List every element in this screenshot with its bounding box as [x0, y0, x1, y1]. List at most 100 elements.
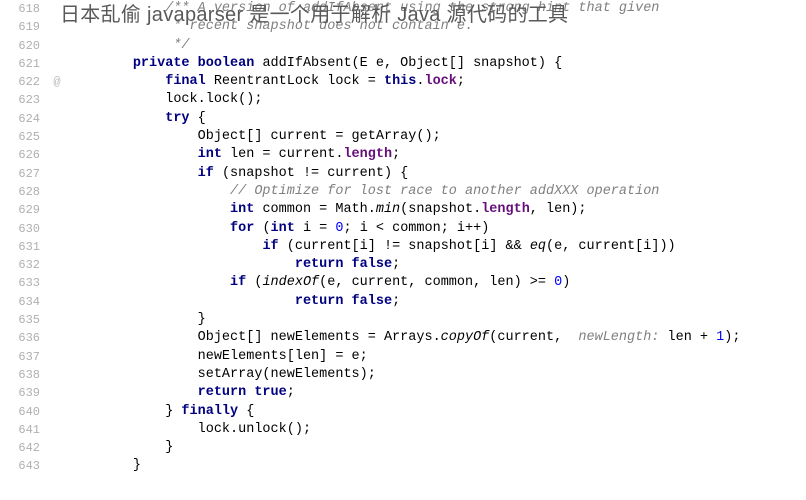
line-number: 632 — [0, 256, 40, 274]
code-line[interactable]: int len = current.length; — [68, 146, 806, 164]
code-token: (snapshot. — [400, 202, 481, 217]
code-token: lock.lock(); — [165, 92, 262, 107]
line-number: 618 — [0, 0, 40, 18]
code-line[interactable]: Object[] current = getArray(); — [68, 128, 806, 146]
code-token: length — [481, 202, 530, 217]
code-token: if — [262, 239, 286, 254]
code-line[interactable]: } finally { — [68, 403, 806, 421]
code-line[interactable]: if (snapshot != current) { — [68, 165, 806, 183]
code-token: return true — [198, 385, 287, 400]
code-token: ])) — [651, 239, 675, 254]
code-token: eq — [530, 239, 546, 254]
gutter-marker — [46, 146, 68, 164]
code-token: final — [165, 74, 214, 89]
line-number: 643 — [0, 457, 40, 475]
line-number: 627 — [0, 165, 40, 183]
code-token: < common; — [368, 221, 457, 236]
code-line[interactable]: return false; — [68, 293, 806, 311]
code-token: ( — [262, 221, 270, 236]
code-token: ; — [392, 147, 400, 162]
code-token: Object[] current = getArray(); — [198, 129, 441, 144]
code-line[interactable]: } — [68, 457, 806, 475]
code-token: len = current. — [230, 147, 343, 162]
code-line[interactable]: for (int i = 0; i < common; i++) — [68, 220, 806, 238]
code-token: return false — [295, 294, 392, 309]
code-line[interactable]: lock.lock(); — [68, 91, 806, 109]
line-number: 634 — [0, 293, 40, 311]
code-token: ] != snapshot[ — [368, 239, 481, 254]
code-line[interactable]: */ — [68, 37, 806, 55]
gutter-marker — [46, 457, 68, 475]
code-line[interactable]: if (current[i] != snapshot[i] && eq(e, c… — [68, 238, 806, 256]
code-token: ; — [392, 294, 400, 309]
gutter-marker — [46, 201, 68, 219]
gutter-marker — [46, 439, 68, 457]
code-token: */ — [165, 38, 189, 53]
code-editor: 6186196206216226236246256266276286296306… — [0, 0, 806, 476]
code-token: if — [230, 275, 254, 290]
code-line[interactable]: /** A version of addIfAbsent using the s… — [68, 0, 806, 18]
line-number: 638 — [0, 366, 40, 384]
line-number: 621 — [0, 55, 40, 73]
line-number: 625 — [0, 128, 40, 146]
gutter-marker: @ — [46, 73, 68, 91]
code-token: i — [457, 221, 465, 236]
code-token: (snapshot != current) { — [222, 166, 408, 181]
code-token: private boolean — [133, 56, 263, 71]
code-line[interactable]: } — [68, 439, 806, 457]
code-line[interactable]: if (indexOf(e, current, common, len) >= … — [68, 274, 806, 292]
code-token: try — [165, 111, 197, 126]
code-line[interactable]: return true; — [68, 384, 806, 402]
gutter-marker — [46, 55, 68, 73]
code-token: common = Math. — [262, 202, 375, 217]
gutter-marker — [46, 421, 68, 439]
code-line[interactable]: setArray(newElements); — [68, 366, 806, 384]
code-token: lock.unlock(); — [198, 422, 311, 437]
code-token: int — [271, 221, 303, 236]
line-number: 631 — [0, 238, 40, 256]
code-line[interactable]: lock.unlock(); — [68, 421, 806, 439]
code-token: A version of addIfAbsent using the stron… — [190, 1, 660, 16]
code-token: i — [303, 221, 311, 236]
code-token: finally — [181, 404, 246, 419]
code-token: ; — [343, 221, 359, 236]
code-token: length — [343, 147, 392, 162]
code-token: (current[ — [287, 239, 360, 254]
code-token: ] && — [489, 239, 530, 254]
code-token: len + — [668, 330, 717, 345]
code-content[interactable]: /** A version of addIfAbsent using the s… — [68, 0, 806, 476]
gutter-marker — [46, 366, 68, 384]
gutter-marker — [46, 384, 68, 402]
line-number: 622 — [0, 73, 40, 91]
code-token: ; — [457, 74, 465, 89]
code-line[interactable]: Object[] newElements = Arrays.copyOf(cur… — [68, 329, 806, 347]
code-line[interactable]: try { — [68, 110, 806, 128]
code-line[interactable]: int common = Math.min(snapshot.length, l… — [68, 201, 806, 219]
code-line[interactable]: private boolean addIfAbsent(E e, Object[… — [68, 55, 806, 73]
gutter-marker — [46, 238, 68, 256]
code-line[interactable]: newElements[len] = e; — [68, 348, 806, 366]
gutter-marker — [46, 348, 68, 366]
gutter-marker — [46, 183, 68, 201]
gutter-marker — [46, 0, 68, 18]
line-number: 619 — [0, 18, 40, 36]
code-token: setArray(newElements); — [198, 367, 376, 382]
code-token: (current, — [489, 330, 570, 345]
code-token: (e, current[ — [546, 239, 643, 254]
code-line[interactable]: final ReentrantLock lock = this.lock; — [68, 73, 806, 91]
code-token: copyOf — [441, 330, 490, 345]
code-line[interactable]: * recent snapshot does not contain e. — [68, 18, 806, 36]
code-line[interactable]: return false; — [68, 256, 806, 274]
code-line[interactable]: } — [68, 311, 806, 329]
line-number: 629 — [0, 201, 40, 219]
code-line[interactable]: // Optimize for lost race to another add… — [68, 183, 806, 201]
gutter-marker — [46, 256, 68, 274]
code-token: * recent snapshot does not contain e. — [165, 19, 473, 34]
gutter-marker — [46, 165, 68, 183]
line-number: 639 — [0, 384, 40, 402]
code-token: ); — [724, 330, 740, 345]
line-number: 630 — [0, 220, 40, 238]
line-number: 642 — [0, 439, 40, 457]
gutter-marker — [46, 274, 68, 292]
code-token: } — [133, 458, 141, 473]
